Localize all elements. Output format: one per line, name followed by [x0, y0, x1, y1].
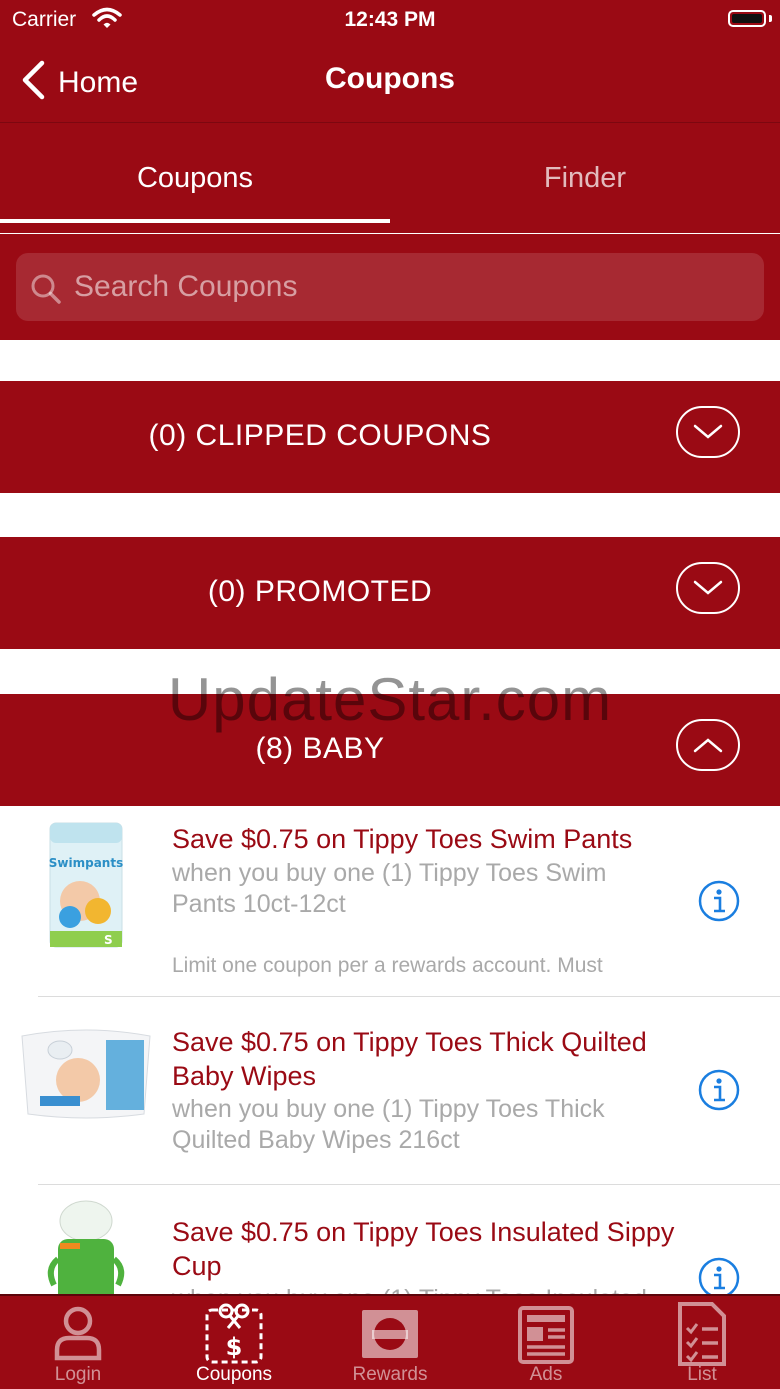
baby-wipes-product-image — [16, 1026, 156, 1127]
person-icon — [48, 1302, 108, 1367]
scissors-coupon-icon: $ — [204, 1302, 264, 1369]
checklist-icon — [672, 1302, 732, 1371]
coupon-item[interactable]: Save $0.75 on Tippy Toes Insulated Sippy… — [0, 1185, 780, 1294]
coupon-terms: Limit one coupon per a rewards account. … — [172, 954, 603, 977]
info-icon[interactable] — [698, 880, 740, 922]
tab-label: Rewards — [352, 1364, 428, 1385]
active-tab-indicator — [0, 219, 390, 223]
search-input[interactable]: Search Coupons — [16, 253, 764, 321]
coupon-title: Save $0.75 on Tippy Toes Swim Pants — [172, 824, 633, 854]
status-bar: Carrier 12:43 PM — [0, 0, 780, 40]
section-clipped-coupons[interactable]: (0) CLIPPED COUPONS — [0, 381, 780, 493]
section-baby[interactable]: (8) BABY — [0, 694, 780, 806]
info-icon[interactable] — [698, 1257, 740, 1294]
coupon-title: Save $0.75 on Tippy Toes Insulated Sippy… — [172, 1217, 675, 1281]
section-label: (8) BABY — [255, 732, 385, 765]
section-promoted[interactable]: (0) PROMOTED — [0, 537, 780, 649]
coupon-description: when you buy one (1) Tippy Toes Insulate… — [172, 1284, 672, 1294]
tab-list[interactable]: List — [624, 1296, 780, 1389]
coupon-description: when you buy one (1) Tippy Toes Swim Pan… — [172, 859, 607, 918]
battery-icon — [728, 10, 766, 27]
tab-finder[interactable]: Finder — [390, 123, 780, 233]
coupon-title: Save $0.75 on Tippy Toes Thick Quilted B… — [172, 1027, 647, 1091]
clock: 12:43 PM — [344, 8, 436, 31]
section-label: (0) PROMOTED — [207, 575, 433, 608]
coupon-item[interactable]: Swimpants S Save $0.75 on Tippy Toes Swi… — [0, 808, 780, 996]
chevron-up-icon[interactable] — [676, 719, 740, 771]
svg-text:Swimpants: Swimpants — [49, 856, 123, 870]
svg-text:$: $ — [226, 1333, 243, 1361]
info-icon[interactable] — [698, 1069, 740, 1111]
newspaper-icon — [516, 1302, 576, 1369]
tab-coupons[interactable]: Coupons — [0, 123, 390, 233]
bottom-tab-bar: Login $ Coupons Rewards Ads List — [0, 1294, 780, 1389]
chevron-down-icon[interactable] — [676, 562, 740, 614]
battery-tip — [769, 15, 772, 22]
page-title: Coupons — [325, 62, 455, 95]
search-placeholder: Search Coupons — [74, 270, 298, 303]
rewards-card-icon — [360, 1302, 420, 1367]
sippy-cup-product-image — [46, 1199, 126, 1294]
section-label: (0) CLIPPED COUPONS — [148, 419, 492, 452]
tab-ads[interactable]: Ads — [468, 1296, 624, 1389]
search-icon — [30, 273, 62, 310]
tab-label: List — [687, 1364, 717, 1385]
search-bar: Search Coupons — [0, 234, 780, 340]
tab-rewards[interactable]: Rewards — [312, 1296, 468, 1389]
coupon-description: when you buy one (1) Tippy Toes Thick Qu… — [172, 1095, 605, 1154]
swim-pants-product-image: Swimpants S — [48, 821, 124, 954]
tab-coupons-nav[interactable]: $ Coupons — [156, 1296, 312, 1389]
segment-tabs: Coupons Finder — [0, 123, 780, 233]
tab-label: Login — [54, 1364, 102, 1385]
coupon-item[interactable]: Save $0.75 on Tippy Toes Thick Quilted B… — [0, 997, 780, 1184]
tab-label: Coupons — [195, 1364, 273, 1385]
tab-label: Ads — [529, 1364, 563, 1385]
chevron-down-icon[interactable] — [676, 406, 740, 458]
tab-login[interactable]: Login — [0, 1296, 156, 1389]
svg-text:S: S — [104, 933, 113, 947]
navigation-bar: Home Coupons — [0, 40, 780, 123]
